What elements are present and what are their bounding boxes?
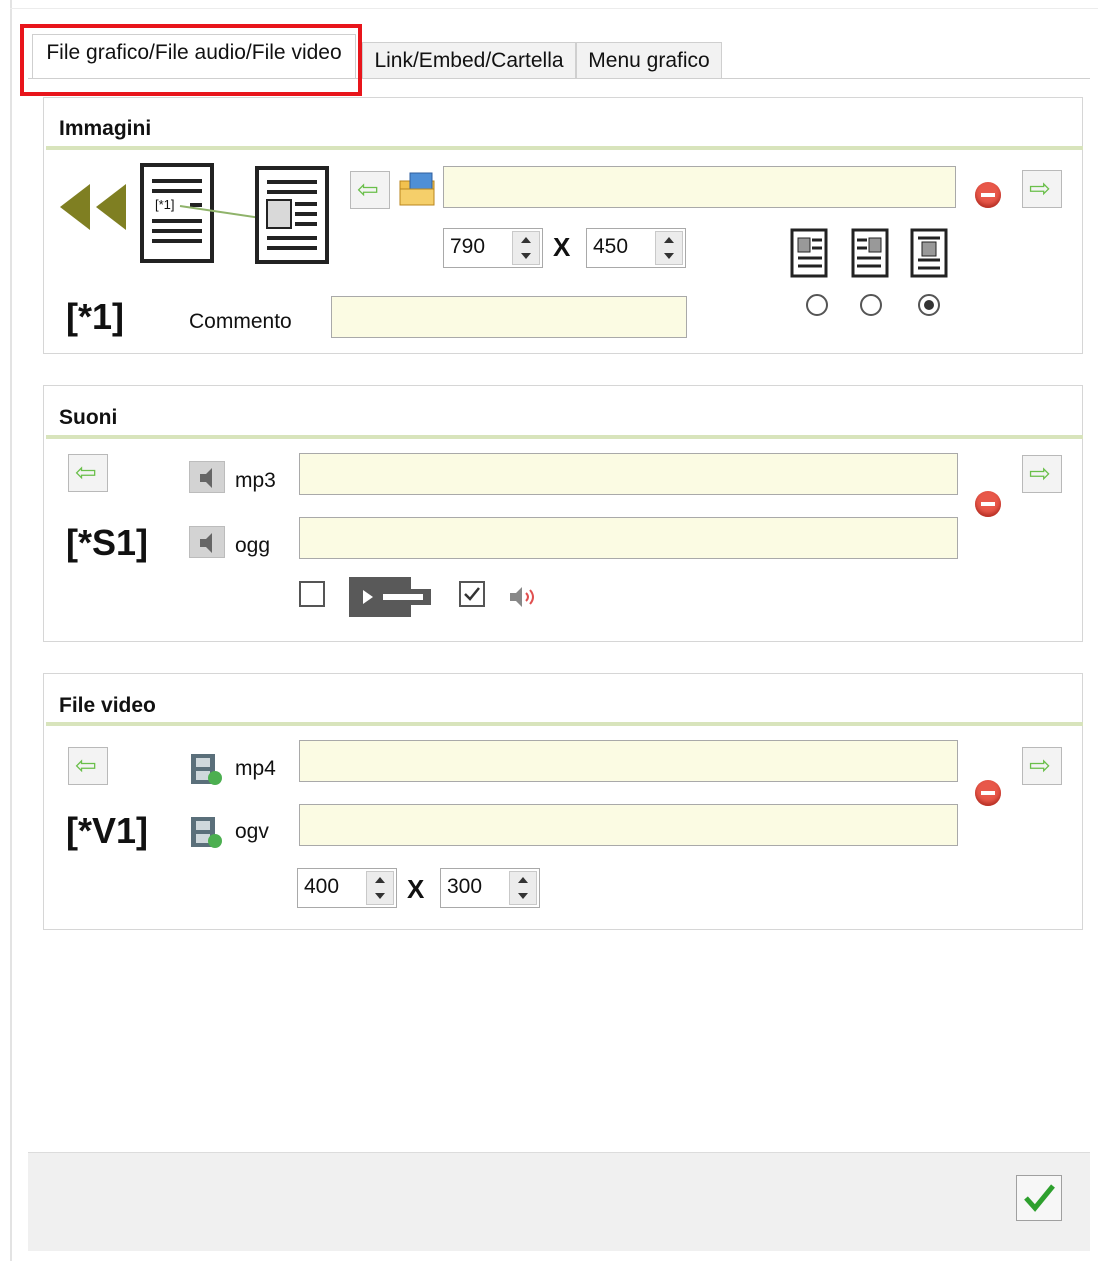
preview-marker: [*1] — [155, 197, 175, 212]
mp3-label: mp3 — [235, 469, 276, 492]
video-panel — [43, 673, 1083, 930]
image-width-spinner[interactable]: 790 — [443, 228, 543, 268]
align-center-radio[interactable] — [918, 294, 940, 316]
comment-label: Commento — [189, 310, 292, 333]
images-rule — [46, 146, 1083, 150]
times-symbol: X — [553, 232, 571, 262]
sounds-panel — [43, 385, 1083, 642]
insert-left-button[interactable]: ⇦ — [350, 171, 390, 209]
mp4-label: mp4 — [235, 757, 276, 780]
speaker-sound-icon — [510, 587, 534, 607]
sound-tag: [*S1] — [66, 522, 149, 563]
ogv-input[interactable] — [299, 804, 958, 846]
checkmark-icon — [1024, 1184, 1055, 1212]
document-image-icon — [255, 166, 329, 264]
spinner-arrows[interactable] — [512, 231, 540, 265]
align-right-icon — [851, 228, 889, 278]
sound-insert-left-button[interactable]: ⇦ — [68, 454, 108, 492]
insert-right-button[interactable]: ⇨ — [1022, 170, 1062, 208]
sounds-title: Suoni — [59, 406, 118, 429]
mp3-input[interactable] — [299, 453, 958, 495]
active-tab-highlight — [20, 24, 362, 96]
spinner-arrows[interactable] — [509, 871, 537, 905]
spinner-arrows[interactable] — [366, 871, 394, 905]
images-title: Immagini — [59, 117, 152, 140]
arrow-left-icon: ⇦ — [357, 174, 379, 204]
remove-sound-icon[interactable] — [975, 491, 1001, 517]
sound-insert-right-button[interactable]: ⇨ — [1022, 455, 1062, 493]
align-left-radio[interactable] — [806, 294, 828, 316]
arrow-left-icon: ⇦ — [75, 750, 97, 780]
video-insert-left-button[interactable]: ⇦ — [68, 747, 108, 785]
ok-button[interactable] — [1016, 1175, 1062, 1221]
arrow-left-icon: ⇦ — [75, 457, 97, 487]
checkmark-icon — [464, 587, 480, 601]
image-width-value: 790 — [450, 235, 486, 258]
spinner-arrows[interactable] — [655, 231, 683, 265]
video-height-value: 300 — [447, 875, 483, 898]
video-width-spinner[interactable]: 400 — [297, 868, 397, 908]
window-top-border — [10, 8, 1098, 9]
sounds-rule — [46, 435, 1083, 439]
align-center-icon — [910, 228, 948, 278]
mp4-input[interactable] — [299, 740, 958, 782]
arrow-right-icon: ⇨ — [1029, 458, 1051, 488]
video-times-symbol: X — [407, 874, 425, 904]
dialog-footer — [28, 1152, 1090, 1251]
film-ogv-icon — [191, 817, 222, 848]
arrow-right-icon: ⇨ — [1029, 750, 1051, 780]
ogv-label: ogv — [235, 820, 269, 843]
image-height-spinner[interactable]: 450 — [586, 228, 686, 268]
video-height-spinner[interactable]: 300 — [440, 868, 540, 908]
browse-folder-button[interactable] — [398, 169, 438, 209]
video-title: File video — [59, 694, 156, 717]
ogg-input[interactable] — [299, 517, 958, 559]
video-tag: [*V1] — [66, 810, 149, 851]
ogg-label: ogg — [235, 534, 271, 557]
loop-checkbox[interactable] — [299, 581, 325, 607]
comment-input[interactable] — [331, 296, 687, 338]
film-mp4-icon — [191, 754, 222, 785]
speaker-mp3-icon — [189, 461, 225, 493]
remove-image-icon[interactable] — [975, 182, 1001, 208]
video-width-value: 400 — [304, 875, 340, 898]
rewind-icon[interactable] — [58, 182, 128, 232]
image-file-input[interactable] — [443, 166, 956, 208]
video-insert-right-button[interactable]: ⇨ — [1022, 747, 1062, 785]
image-height-value: 450 — [593, 235, 629, 258]
window-left-border — [10, 0, 12, 1261]
align-left-icon — [790, 228, 828, 278]
speaker-ogg-icon — [189, 526, 225, 558]
autoplay-checkbox[interactable] — [459, 581, 485, 607]
tab-menu-grafico[interactable]: Menu grafico — [576, 42, 722, 78]
image-tag: [*1] — [66, 296, 125, 337]
video-rule — [46, 722, 1083, 726]
remove-video-icon[interactable] — [975, 780, 1001, 806]
folder-icon — [399, 172, 435, 206]
tab-link-embed[interactable]: Link/Embed/Cartella — [362, 42, 576, 78]
arrow-right-icon: ⇨ — [1029, 173, 1051, 203]
player-bar-icon — [349, 577, 431, 617]
align-right-radio[interactable] — [860, 294, 882, 316]
